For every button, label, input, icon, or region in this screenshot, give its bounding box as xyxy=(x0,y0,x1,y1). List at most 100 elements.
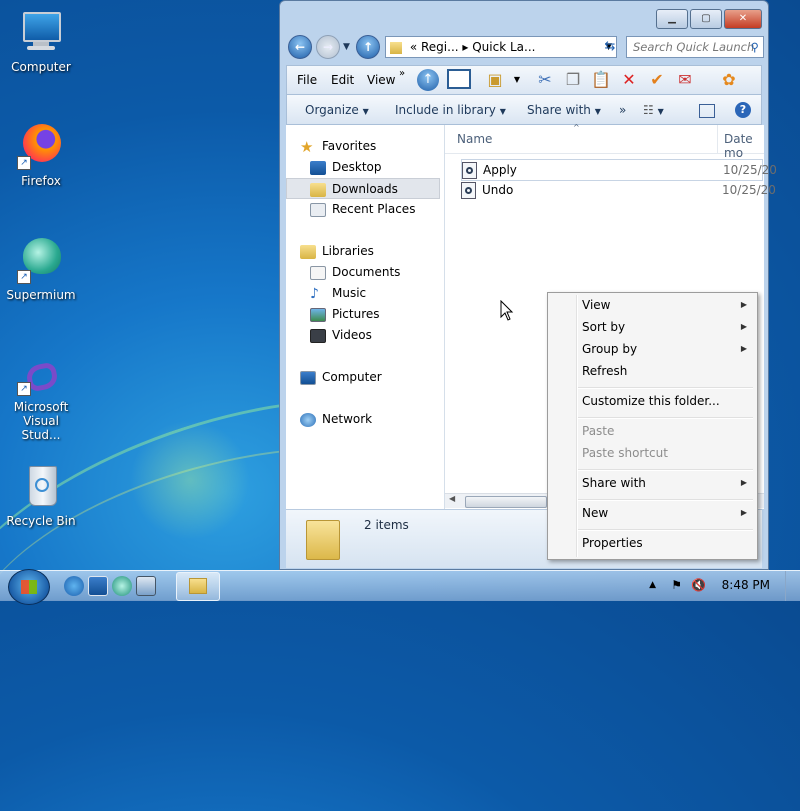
forward-button[interactable]: → xyxy=(316,35,340,59)
file-date: 10/25/20 xyxy=(723,163,777,177)
file-date: 10/25/20 xyxy=(722,183,776,197)
submenu-arrow-icon: ▶ xyxy=(740,344,747,353)
menu-separator xyxy=(578,529,753,531)
desktop-icon-firefox[interactable]: ↗ Firefox xyxy=(4,122,78,188)
organize-button[interactable]: Organize ▼ xyxy=(305,103,369,117)
view-options-icon[interactable]: ☷ ▼ xyxy=(643,103,664,117)
nav-label: Computer xyxy=(322,370,382,384)
copy-icon[interactable]: ❐ xyxy=(561,69,585,91)
minimize-button[interactable]: ▁ xyxy=(656,9,688,29)
nav-desktop[interactable]: Desktop xyxy=(310,157,382,177)
properties-check-icon[interactable]: ✔ xyxy=(645,69,669,91)
computer-icon xyxy=(300,370,316,385)
nav-label: Pictures xyxy=(332,307,380,321)
shell-icon[interactable]: ✿ xyxy=(717,69,741,91)
help-icon[interactable]: ? xyxy=(735,102,751,118)
menu-file[interactable]: File xyxy=(297,73,317,87)
desktop-icon xyxy=(310,160,326,175)
delete-icon[interactable]: ✕ xyxy=(617,69,641,91)
paste-icon[interactable]: 📋 xyxy=(589,69,613,91)
nav-pictures[interactable]: Pictures xyxy=(310,304,380,324)
ctx-new[interactable]: New xyxy=(582,503,608,523)
desktop-icon-recycle-bin[interactable]: Recycle Bin xyxy=(4,462,78,528)
menu-view[interactable]: View xyxy=(367,73,395,87)
up-button[interactable]: ↑ xyxy=(356,35,380,59)
scrollbar-thumb[interactable] xyxy=(465,496,547,508)
organize-label: Organize xyxy=(305,103,359,117)
close-button[interactable]: ✕ xyxy=(724,9,762,29)
desktop-icon-visual-studio[interactable]: ↗ Microsoft Visual Stud... xyxy=(2,361,80,442)
show-desktop-quicklaunch-icon[interactable] xyxy=(88,576,108,596)
desktop-icon-computer[interactable]: Computer xyxy=(4,8,78,74)
ctx-customize[interactable]: Customize this folder... xyxy=(582,391,720,411)
preview-pane-icon[interactable] xyxy=(699,104,715,118)
menu-edit[interactable]: Edit xyxy=(331,73,354,87)
back-button[interactable]: ← xyxy=(288,35,312,59)
nav-label: Documents xyxy=(332,265,401,279)
column-name[interactable]: Name xyxy=(457,132,492,146)
recent-pages-dropdown-icon[interactable]: ▼ xyxy=(343,42,350,52)
clock[interactable]: 8:48 PM xyxy=(722,578,770,592)
ctx-share-with[interactable]: Share with xyxy=(582,473,646,493)
show-hidden-icons-icon[interactable]: ▲ xyxy=(649,580,656,590)
nav-documents[interactable]: Documents xyxy=(310,262,400,282)
menu-more[interactable]: » xyxy=(399,68,405,79)
file-row[interactable]: Undo 10/25/20 xyxy=(461,180,776,200)
search-input[interactable]: Search Quick Launch ⚲ xyxy=(626,36,764,58)
column-date-modified[interactable]: Date mo xyxy=(724,132,764,160)
mail-icon[interactable]: ✉ xyxy=(673,69,697,91)
show-desktop-button[interactable] xyxy=(785,571,800,601)
downloads-folder-icon xyxy=(310,182,326,197)
visual-studio-icon: ↗ xyxy=(17,361,65,396)
nav-videos[interactable]: Videos xyxy=(310,325,372,345)
desktop-icon-supermium[interactable]: ↗ Supermium xyxy=(4,236,78,302)
submenu-arrow-icon: ▶ xyxy=(740,300,747,309)
submenu-arrow-icon: ▶ xyxy=(740,322,747,331)
nav-libraries[interactable]: Libraries xyxy=(300,241,374,261)
nav-label: Downloads xyxy=(332,182,398,196)
scroll-left-icon[interactable]: ◀ xyxy=(449,494,455,503)
ctx-view[interactable]: View xyxy=(582,295,610,315)
music-icon: ♪ xyxy=(310,285,319,302)
windows-logo-icon xyxy=(21,580,37,594)
taskbar-explorer-button[interactable] xyxy=(176,572,220,601)
supermium-taskbar-icon[interactable] xyxy=(112,576,132,596)
nav-downloads[interactable]: Downloads xyxy=(286,178,440,199)
include-in-library-button[interactable]: Include in library ▼ xyxy=(395,103,506,117)
submenu-arrow-icon: ▶ xyxy=(740,508,747,517)
cut-icon[interactable]: ✂ xyxy=(533,69,557,91)
ctx-sort-by[interactable]: Sort by xyxy=(582,317,625,337)
file-name: Apply xyxy=(483,163,517,177)
nav-favorites[interactable]: ★ Favorites xyxy=(300,136,376,156)
address-path: Regi... ▸ Quick La... xyxy=(421,40,536,54)
ctx-properties[interactable]: Properties xyxy=(582,533,643,553)
ctx-group-by[interactable]: Group by xyxy=(582,339,637,359)
shortcut-arrow-icon: ↗ xyxy=(17,382,31,396)
internet-explorer-icon[interactable] xyxy=(64,576,84,596)
switch-windows-icon[interactable] xyxy=(136,576,156,596)
ctx-refresh[interactable]: Refresh xyxy=(582,361,627,381)
up-folder-icon[interactable]: ↑ xyxy=(417,69,439,91)
nav-recent-places[interactable]: Recent Places xyxy=(310,199,415,219)
maximize-button[interactable]: ▢ xyxy=(690,9,722,29)
refresh-icon[interactable]: ⇆ xyxy=(600,36,620,58)
address-prefix: « xyxy=(409,40,418,54)
nav-network[interactable]: Network xyxy=(300,409,372,429)
folders-pane-icon[interactable] xyxy=(447,69,471,89)
views-dropdown-icon[interactable]: ▼ xyxy=(505,69,529,91)
documents-icon xyxy=(310,265,326,280)
desktop-icon-label: Firefox xyxy=(21,174,61,188)
nav-label: Videos xyxy=(332,328,372,342)
address-bar[interactable]: « Regi... ▸ Quick La... ▼ xyxy=(385,36,617,58)
nav-label: Libraries xyxy=(322,244,374,258)
action-center-icon[interactable]: ⚑ xyxy=(671,578,682,592)
nav-label: Music xyxy=(332,286,367,300)
chevron-down-icon: ▼ xyxy=(499,107,506,116)
nav-music[interactable]: ♪ Music xyxy=(310,283,366,303)
file-row[interactable]: Apply 10/25/20 xyxy=(461,159,777,181)
folder-options-icon[interactable]: ▣ xyxy=(483,69,507,91)
volume-muted-icon[interactable]: 🔇 xyxy=(691,578,706,592)
more-commands-button[interactable]: » xyxy=(619,103,626,117)
share-with-button[interactable]: Share with ▼ xyxy=(527,103,601,117)
nav-computer[interactable]: Computer xyxy=(300,367,382,387)
